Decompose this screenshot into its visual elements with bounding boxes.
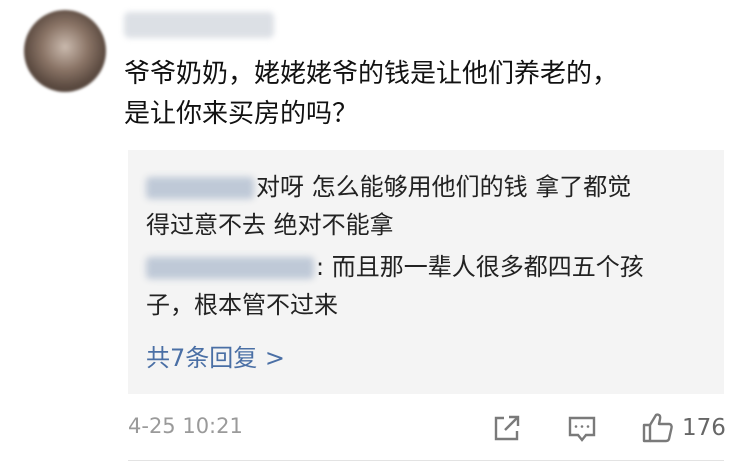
reply-panel: 对呀 怎么能够用他们的钱 拿了都觉 得过意不去 绝对不能拿 : 而且那一辈人很多… xyxy=(128,150,724,394)
reply-author-blurred[interactable] xyxy=(146,177,254,199)
reply-author-blurred[interactable] xyxy=(146,257,314,279)
reply-button[interactable] xyxy=(565,408,599,448)
like-button[interactable]: 176 xyxy=(640,408,726,448)
reply-text-line-2: 子，根本管不过来 xyxy=(146,291,338,319)
reply-text-line-1: : 而且那一辈人很多都四五个孩 xyxy=(316,253,644,281)
reply-text-line-2: 得过意不去 绝对不能拿 xyxy=(146,211,394,239)
thumbs-up-icon xyxy=(640,410,676,446)
reply-text-line-1: 对呀 怎么能够用他们的钱 拿了都觉 xyxy=(256,173,632,201)
share-button[interactable] xyxy=(490,408,524,448)
comment-line-2: 是让你来买房的吗？ xyxy=(124,99,359,129)
reply-item[interactable]: : 而且那一辈人很多都四五个孩 子，根本管不过来 xyxy=(146,248,716,324)
comment-text: 爷爷奶奶，姥姥姥爷的钱是让他们养老的， 是让你来买房的吗？ xyxy=(124,54,724,134)
like-count: 176 xyxy=(682,415,726,441)
comment-icon xyxy=(565,411,599,445)
more-replies-link[interactable]: 共7条回复 > xyxy=(146,340,285,376)
divider xyxy=(128,460,724,461)
comment-timestamp: 4-25 10:21 xyxy=(128,414,243,438)
comment-line-1: 爷爷奶奶，姥姥姥爷的钱是让他们养老的， xyxy=(124,59,619,89)
share-icon xyxy=(490,411,524,445)
reply-item[interactable]: 对呀 怎么能够用他们的钱 拿了都觉 得过意不去 绝对不能拿 xyxy=(146,168,716,244)
avatar[interactable] xyxy=(24,10,106,92)
username-blurred[interactable] xyxy=(124,12,274,38)
